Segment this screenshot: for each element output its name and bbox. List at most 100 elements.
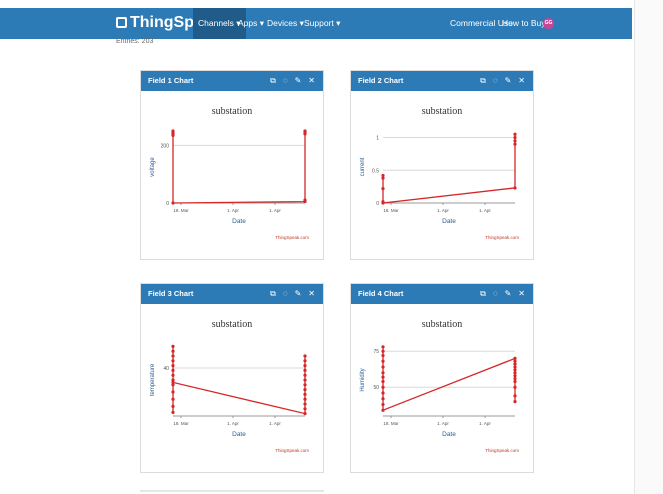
data-point: [381, 371, 385, 375]
data-point: [381, 187, 385, 191]
y-axis-label: temperature: [150, 363, 156, 396]
y-tick-label: 75: [373, 349, 379, 355]
top-navbar: ThingSpeak™ Channels ▾ Apps ▾ Devices ▾ …: [0, 8, 632, 39]
user-avatar[interactable]: GG: [543, 18, 554, 29]
y-tick-label: 1: [376, 136, 379, 142]
edit-pencil-icon[interactable]: ✎: [505, 289, 512, 298]
x-tick-label: 18. Mar: [173, 208, 189, 213]
field-3-chart: substation 40 18. Mar 1. Apr 1. Apr Date tempe…: [150, 319, 309, 453]
data-point: [513, 135, 517, 140]
data-point: [381, 402, 385, 407]
data-point: [171, 364, 175, 368]
data-point: [513, 139, 517, 143]
data-point: [513, 371, 517, 375]
data-point: [303, 402, 307, 406]
x-axis-label: Date: [232, 431, 246, 438]
data-point: [303, 359, 307, 363]
data-point: [171, 373, 175, 377]
comment-icon[interactable]: ◌: [493, 289, 498, 298]
data-point: [513, 385, 517, 389]
edit-pencil-icon[interactable]: ✎: [295, 289, 302, 298]
x-tick-label: 1. Apr: [479, 421, 491, 426]
x-tick-label: 1. Apr: [479, 208, 491, 213]
page-scroll-edge: [634, 0, 663, 494]
data-point: [303, 368, 307, 372]
y-tick-label: 0: [166, 201, 169, 207]
nav-apps[interactable]: Apps ▾: [238, 8, 264, 39]
field-4-chart-panel: Field 4 Chart ⧉ ◌ ✎ ✕ substation 50 75 18. Mar…: [350, 283, 534, 473]
data-point: [381, 365, 385, 369]
open-external-icon[interactable]: ⧉: [480, 289, 486, 298]
data-point: [513, 362, 517, 366]
data-point: [171, 133, 175, 137]
data-point: [381, 349, 385, 353]
x-tick-label: 18. Mar: [383, 208, 399, 213]
data-point: [381, 379, 385, 384]
nav-support[interactable]: Support ▾: [304, 8, 340, 39]
x-tick-label: 1. Apr: [269, 421, 281, 426]
close-icon[interactable]: ✕: [518, 76, 525, 85]
data-point: [381, 385, 385, 389]
chart-credit: ThingSpeak.com: [275, 448, 309, 453]
y-tick-label: 0.5: [372, 168, 379, 174]
comment-icon[interactable]: ◌: [283, 76, 288, 85]
x-tick-label: 1. Apr: [437, 421, 449, 426]
comment-icon[interactable]: ◌: [493, 76, 498, 85]
nav-devices[interactable]: Devices ▾: [267, 8, 304, 39]
close-icon[interactable]: ✕: [308, 289, 315, 298]
data-point: [513, 376, 517, 381]
nav-how-to-buy[interactable]: How to Buy: [502, 8, 545, 39]
data-point: [381, 408, 385, 412]
comment-icon[interactable]: ◌: [283, 289, 288, 298]
data-point: [171, 404, 175, 408]
open-external-icon[interactable]: ⧉: [480, 76, 486, 85]
data-point: [171, 410, 175, 414]
y-axis-label: Humidity: [360, 368, 366, 391]
data-point: [303, 364, 307, 368]
panel-header: Field 3 Chart ⧉ ◌ ✎ ✕: [141, 284, 323, 304]
field-1-chart-panel: Field 1 Chart ⧉ ◌ ✎ ✕ substation 0 200 18. Mar…: [140, 70, 324, 260]
series-line: [382, 134, 516, 204]
data-point: [381, 359, 385, 363]
close-icon[interactable]: ✕: [308, 76, 315, 85]
data-point: [303, 397, 307, 401]
data-point: [303, 392, 307, 396]
chart-credit: ThingSpeak.com: [485, 448, 519, 453]
data-point: [513, 132, 517, 136]
open-external-icon[interactable]: ⧉: [270, 76, 276, 85]
series-line: [382, 346, 516, 412]
y-tick-label: 0: [376, 201, 379, 207]
panel-header: Field 2 Chart ⧉ ◌ ✎ ✕: [351, 71, 533, 91]
x-axis-label: Date: [442, 431, 456, 438]
chart-title: substation: [212, 106, 253, 117]
data-point: [303, 388, 307, 392]
data-point: [171, 390, 175, 394]
edit-pencil-icon[interactable]: ✎: [295, 76, 302, 85]
panel-header: Field 4 Chart ⧉ ◌ ✎ ✕: [351, 284, 533, 304]
edit-pencil-icon[interactable]: ✎: [505, 76, 512, 85]
series-line: [172, 131, 306, 204]
data-point: [171, 349, 175, 353]
chart-credit: ThingSpeak.com: [275, 235, 309, 240]
y-tick-label: 50: [373, 385, 379, 391]
data-point: [303, 373, 307, 377]
field-3-chart-panel: Field 3 Chart ⧉ ◌ ✎ ✕ substation 40 18. Mar 1.…: [140, 283, 324, 473]
data-point: [171, 380, 175, 384]
data-point: [303, 407, 307, 411]
x-tick-label: 1. Apr: [269, 208, 281, 213]
field-2-chart: substation 0 0.5 1 18. Mar 1. Apr 1. Apr Date cu…: [360, 106, 519, 240]
data-point: [513, 394, 517, 398]
field-4-chart: substation 50 75 18. Mar 1. Apr 1. Apr Date Hum…: [360, 319, 519, 453]
field-2-chart-panel: Field 2 Chart ⧉ ◌ ✎ ✕ substation 0 0.5 1 18. Ma…: [350, 70, 534, 260]
data-point: [381, 353, 385, 358]
data-point: [513, 186, 517, 190]
data-point: [303, 129, 307, 133]
data-point: [513, 368, 517, 372]
data-point: [513, 379, 517, 384]
data-point: [381, 391, 385, 395]
close-icon[interactable]: ✕: [518, 289, 525, 298]
field-1-chart: substation 0 200 18. Mar 1. Apr 1. Apr Date vol…: [150, 106, 309, 240]
open-external-icon[interactable]: ⧉: [270, 289, 276, 298]
data-point: [303, 412, 307, 416]
y-axis-label: current: [360, 157, 366, 176]
